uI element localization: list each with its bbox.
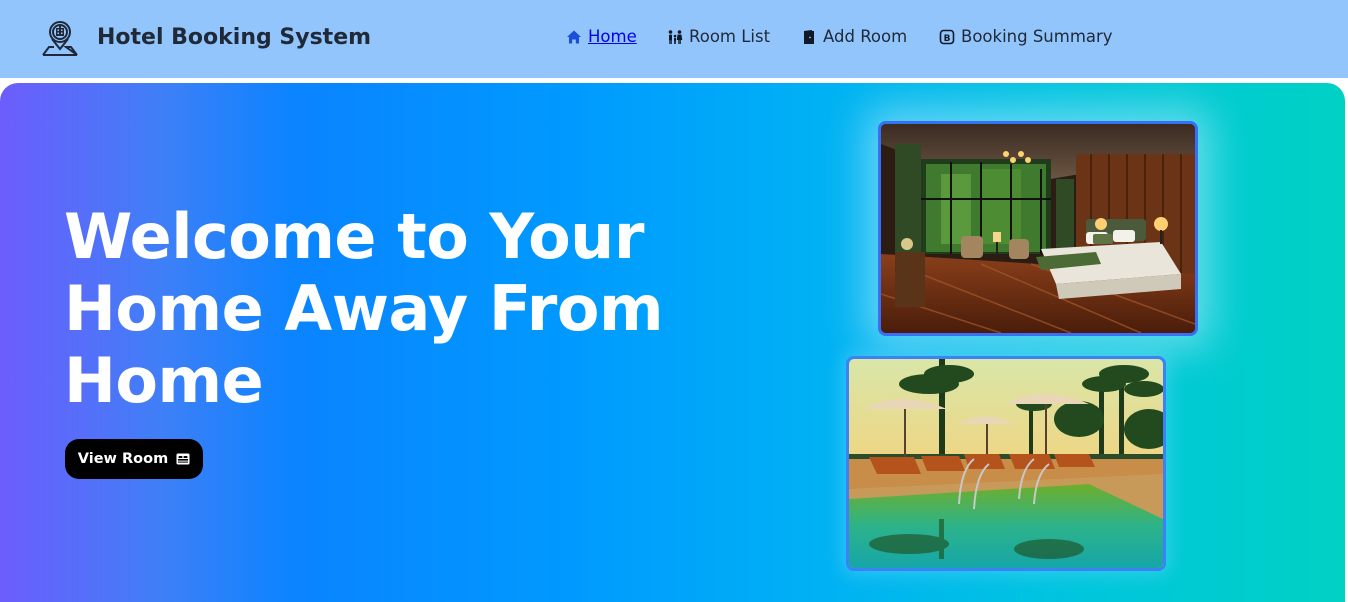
b-badge-icon: B bbox=[939, 29, 955, 44]
brand[interactable]: Hotel Booking System bbox=[40, 19, 371, 59]
nav-home-label: Home bbox=[588, 27, 637, 46]
hero-banner: Welcome to Your Home Away From Home View… bbox=[0, 83, 1345, 602]
door-icon bbox=[804, 29, 814, 44]
nav-room-list-label: Room List bbox=[689, 27, 771, 46]
view-room-button-label: View Room bbox=[77, 451, 169, 467]
hotel-bedroom-photo bbox=[878, 121, 1198, 336]
hero-title: Welcome to Your Home Away From Home bbox=[64, 201, 704, 417]
hero-title-line-3: Home bbox=[64, 344, 264, 417]
nav-booking-summary-label: Booking Summary bbox=[961, 27, 1113, 46]
home-icon bbox=[567, 30, 581, 43]
nav-booking-summary[interactable]: B Booking Summary bbox=[939, 27, 1113, 46]
hotel-location-logo-icon bbox=[42, 21, 78, 56]
svg-text:B: B bbox=[944, 34, 951, 44]
nav-home[interactable]: Home bbox=[566, 27, 637, 46]
bed-icon bbox=[176, 453, 190, 465]
nav-add-room-label: Add Room bbox=[823, 27, 908, 46]
resort-pool-photo bbox=[846, 356, 1166, 571]
hero-title-line-2: Home Away From bbox=[64, 272, 664, 345]
nav-add-room[interactable]: Add Room bbox=[801, 27, 907, 46]
app-title: Hotel Booking System bbox=[97, 25, 372, 50]
nav-room-list[interactable]: Room List bbox=[667, 27, 770, 46]
top-navbar: Hotel Booking System Home Room List Add … bbox=[0, 0, 1348, 78]
family-icon bbox=[668, 29, 683, 44]
view-room-button[interactable]: View Room bbox=[65, 439, 203, 479]
hero-title-line-1: Welcome to Your bbox=[64, 200, 644, 273]
